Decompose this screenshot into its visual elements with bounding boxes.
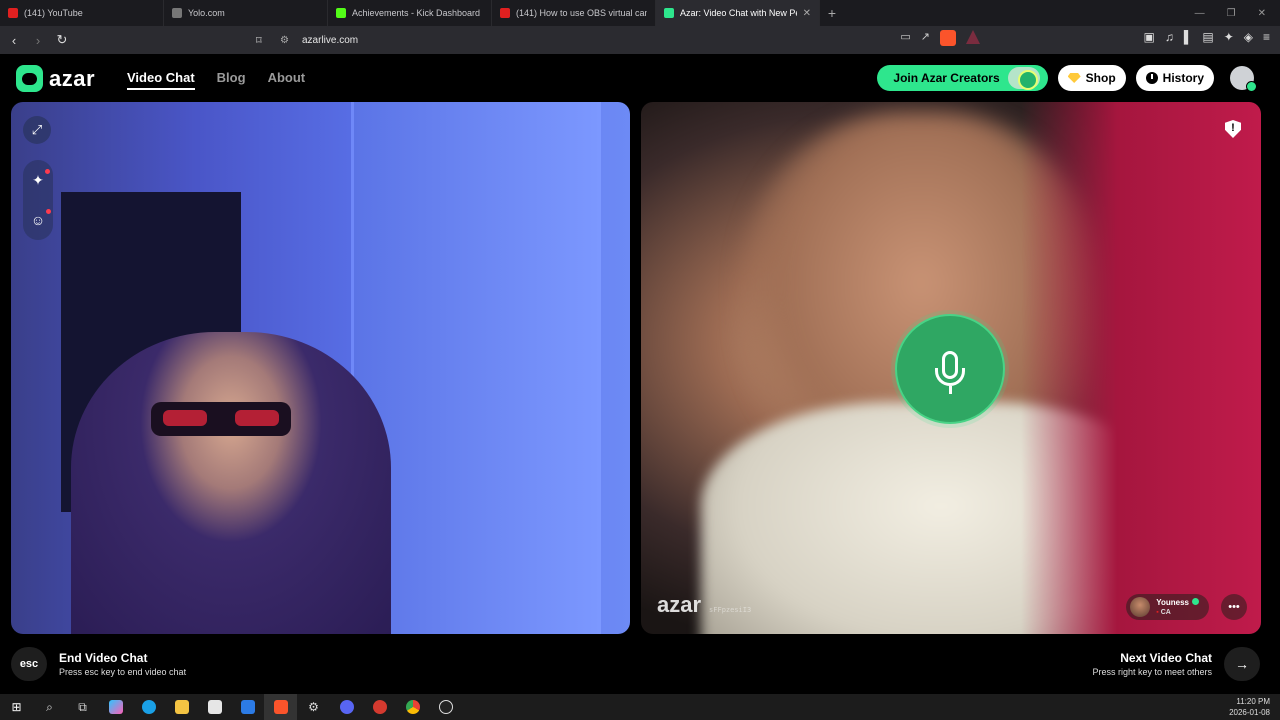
azar-logo-icon (16, 65, 43, 92)
local-user-video (71, 332, 391, 634)
mail-icon[interactable] (231, 694, 264, 720)
windows-start-icon[interactable]: ⊞ (0, 694, 33, 720)
mic-indicator[interactable] (895, 314, 1005, 424)
system-clock[interactable]: 11:20 PM 2026-01-08 (1229, 696, 1270, 718)
sidebar-icon[interactable]: ▣ (1143, 30, 1154, 44)
settings-icon[interactable]: ⚙ (297, 694, 330, 720)
kick-icon (336, 8, 346, 18)
azar-page: azar Video Chat Blog About Join Azar Cre… (0, 54, 1280, 694)
browser-tab-active[interactable]: Azar: Video Chat with New Pe ✕ (656, 0, 820, 26)
chrome-icon[interactable] (396, 694, 429, 720)
browser-tab-bar: (141) YouTube Yolo.com Achievements - Ki… (0, 0, 1280, 26)
remote-user-avatar (1130, 597, 1151, 617)
store-icon[interactable] (198, 694, 231, 720)
gem-icon (1067, 73, 1081, 83)
chat-icon[interactable]: ••• (1221, 594, 1247, 620)
profile-avatar[interactable] (1230, 66, 1257, 92)
effects-toolbar: ✦ ☺ (23, 160, 53, 240)
expand-icon[interactable]: ⤢ (23, 116, 51, 144)
history-button[interactable]: History (1135, 65, 1214, 91)
next-chat-hint: Press right key to meet others (1092, 667, 1212, 677)
address-bar: ‹ › ↻ ⌑ ⚙ azarlive.com ▭ ↗ ▣ ♫ ▌ ▤ ✦ ◈ ≡ (0, 26, 1280, 54)
main-nav: Video Chat Blog About (127, 70, 305, 90)
end-chat-title: End Video Chat (59, 651, 148, 665)
copilot-icon[interactable] (99, 694, 132, 720)
browser-tab[interactable]: Achievements - Kick Dashboard (328, 0, 492, 26)
cast-icon[interactable]: ▭ (900, 30, 910, 46)
browser-tab[interactable]: (141) YouTube (0, 0, 164, 26)
verified-icon (1192, 597, 1199, 605)
browser-tab[interactable]: (141) How to use OBS virtual camera (492, 0, 656, 26)
next-chat-title: Next Video Chat (1120, 651, 1212, 665)
search-icon[interactable]: ⌕ (33, 694, 66, 720)
discord-icon[interactable] (330, 694, 363, 720)
os-taskbar: ⊞ ⌕ ⧉ ⚙ 11:20 PM 2026-01-08 (0, 694, 1280, 720)
browser-tab[interactable]: Yolo.com (164, 0, 328, 26)
azar-logo[interactable]: azar (16, 65, 95, 92)
vpn-icon[interactable]: ◈ (1244, 30, 1253, 44)
url-text: azarlive.com (302, 34, 359, 46)
local-video: ⤢ ✦ ☺ (11, 102, 630, 634)
window-controls: — ❐ ✕ (1195, 0, 1280, 26)
minimize-icon[interactable]: — (1195, 8, 1205, 19)
azar-icon (664, 8, 674, 18)
back-icon[interactable]: ‹ (4, 33, 24, 48)
menu-icon[interactable]: ≡ (1263, 30, 1270, 44)
edge-icon[interactable] (132, 694, 165, 720)
yolo-icon (172, 8, 182, 18)
sparkle-effects-icon[interactable]: ✦ (32, 168, 50, 189)
site-info-icon[interactable]: ⚙ (280, 35, 302, 46)
youtube-icon (500, 8, 510, 18)
close-tab-icon[interactable]: ✕ (803, 8, 811, 19)
azar-watermark: azar sFFpzesiI3 (657, 592, 752, 617)
restore-icon[interactable]: ❐ (1227, 8, 1236, 19)
remote-user-chip[interactable]: Youness ▪ CA (1126, 594, 1209, 620)
session-code: sFFpzesiI3 (709, 606, 752, 614)
join-creators-button[interactable]: Join Azar Creators (877, 65, 1048, 91)
leo-icon[interactable]: ✦ (1224, 30, 1234, 44)
brave-rewards-icon[interactable] (966, 30, 980, 44)
remote-user-country: CA (1160, 608, 1171, 616)
panel-icon[interactable]: ▌ (1184, 30, 1193, 44)
share-icon[interactable]: ↗ (921, 30, 930, 46)
media-icon[interactable]: ♫ (1165, 30, 1174, 44)
reload-icon[interactable]: ↻ (52, 32, 72, 48)
close-window-icon[interactable]: ✕ (1258, 8, 1266, 19)
remote-user-name: Youness (1156, 597, 1189, 607)
nav-about[interactable]: About (268, 70, 306, 90)
url-actions: ▭ ↗ (900, 30, 980, 46)
wallet-icon[interactable]: ▤ (1202, 30, 1213, 44)
obs-icon[interactable] (429, 694, 462, 720)
clock-icon (1145, 72, 1158, 84)
forward-icon[interactable]: › (28, 33, 48, 48)
remote-video: ! azar sFFpzesiI3 Youness ▪ CA ••• (641, 102, 1261, 634)
extensions: ▣ ♫ ▌ ▤ ✦ ◈ ≡ (1143, 30, 1270, 44)
brave-icon[interactable] (264, 694, 297, 720)
task-view-icon[interactable]: ⧉ (66, 694, 99, 720)
bookmark-icon[interactable]: ⌑ (256, 34, 274, 47)
nav-blog[interactable]: Blog (217, 70, 246, 90)
end-chat-key[interactable]: esc (11, 647, 47, 681)
nav-video-chat[interactable]: Video Chat (127, 70, 195, 90)
shop-button[interactable]: Shop (1057, 65, 1126, 91)
end-chat-hint: Press esc key to end video chat (59, 667, 187, 677)
face-filter-icon[interactable]: ☺ (31, 209, 52, 228)
url-field[interactable]: ⌑ ⚙ azarlive.com (256, 29, 996, 51)
new-tab-button[interactable]: + (820, 0, 844, 26)
app-icon[interactable] (363, 694, 396, 720)
file-explorer-icon[interactable] (165, 694, 198, 720)
next-chat-arrow-icon[interactable]: → (1224, 647, 1260, 681)
header-actions: Join Azar Creators Shop History (877, 65, 1257, 92)
brave-shield-icon[interactable] (940, 30, 956, 46)
creators-badge-icon (1007, 67, 1040, 90)
youtube-icon (8, 8, 18, 18)
